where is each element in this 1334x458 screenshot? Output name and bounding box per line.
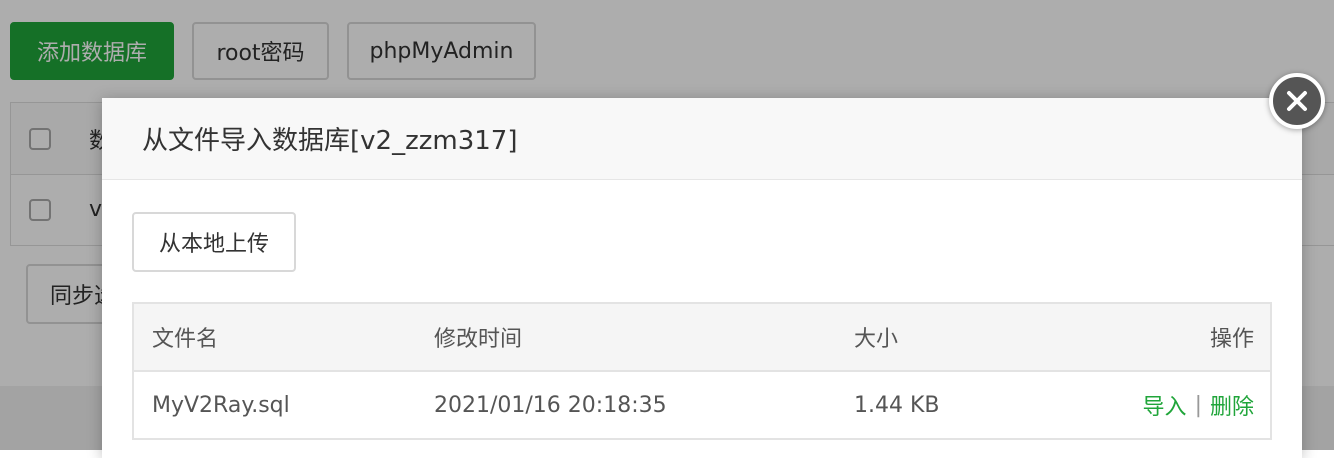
file-table: 文件名 修改时间 大小 操作 MyV2Ray.sql 2021/01/16 20…	[132, 302, 1272, 440]
delete-link[interactable]: 删除	[1210, 389, 1254, 421]
import-modal: 从文件导入数据库[v2_zzm317] 从本地上传 文件名 修改时间 大小 操作…	[102, 98, 1302, 458]
close-icon	[1287, 91, 1307, 111]
modal-title: 从文件导入数据库[v2_zzm317]	[142, 126, 518, 156]
file-name: MyV2Ray.sql	[152, 392, 290, 418]
action-separator: |	[1194, 392, 1202, 418]
file-actions: 导入 | 删除	[1143, 372, 1254, 438]
column-header-filename: 文件名	[152, 327, 219, 352]
modal-header: 从文件导入数据库[v2_zzm317]	[102, 98, 1302, 180]
close-modal-button[interactable]	[1269, 73, 1325, 129]
column-header-modified: 修改时间	[434, 327, 523, 352]
file-table-header: 文件名 修改时间 大小 操作	[134, 304, 1270, 372]
file-modified-time: 2021/01/16 20:18:35	[434, 392, 667, 418]
table-row: MyV2Ray.sql 2021/01/16 20:18:35 1.44 KB …	[134, 372, 1270, 438]
column-header-size: 大小	[854, 327, 899, 352]
column-header-actions: 操作	[1209, 327, 1254, 352]
upload-local-button[interactable]: 从本地上传	[132, 212, 296, 272]
import-link[interactable]: 导入	[1143, 389, 1187, 421]
file-size: 1.44 KB	[854, 392, 940, 418]
